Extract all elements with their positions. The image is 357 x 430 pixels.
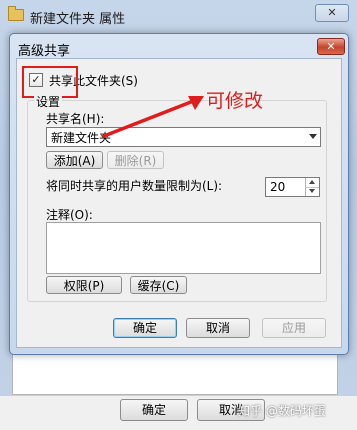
dialog-apply-button[interactable]: 应用 bbox=[262, 318, 326, 338]
dialog-title: 高级共享 bbox=[18, 44, 71, 59]
permissions-button[interactable]: 权限(P) bbox=[46, 276, 122, 294]
properties-close-button[interactable]: ✕ bbox=[315, 4, 349, 22]
remove-button[interactable]: 删除(R) bbox=[107, 151, 164, 169]
caching-button[interactable]: 缓存(C) bbox=[130, 276, 187, 294]
user-limit-label: 将同时共享的用户数量限制为(L): bbox=[46, 179, 223, 193]
annotation-arrow-icon bbox=[102, 96, 204, 138]
chevron-down-icon bbox=[309, 134, 317, 139]
folder-icon bbox=[8, 6, 24, 21]
dialog-cancel-button[interactable]: 取消 bbox=[186, 318, 250, 338]
spinner-buttons bbox=[305, 178, 319, 196]
add-button[interactable]: 添加(A) bbox=[46, 151, 103, 169]
share-name-label: 共享名(H): bbox=[46, 112, 105, 126]
user-limit-spinner[interactable]: 20 bbox=[265, 177, 320, 197]
properties-window-title: 新建文件夹 属性 bbox=[30, 12, 126, 27]
user-limit-value: 20 bbox=[270, 180, 286, 194]
comment-label: 注释(O): bbox=[46, 208, 93, 222]
settings-group-label: 设置 bbox=[34, 93, 63, 110]
dialog-close-button[interactable]: ✕ bbox=[317, 38, 345, 55]
spinner-down-icon[interactable] bbox=[306, 187, 319, 196]
comment-textarea[interactable] bbox=[46, 222, 321, 274]
watermark-text: 知乎 @数码坏蛋 bbox=[238, 404, 326, 418]
dialog-ok-button[interactable]: 确定 bbox=[113, 318, 177, 338]
annotation-text: 可修改 bbox=[206, 90, 264, 112]
properties-ok-button[interactable]: 确定 bbox=[120, 399, 188, 421]
